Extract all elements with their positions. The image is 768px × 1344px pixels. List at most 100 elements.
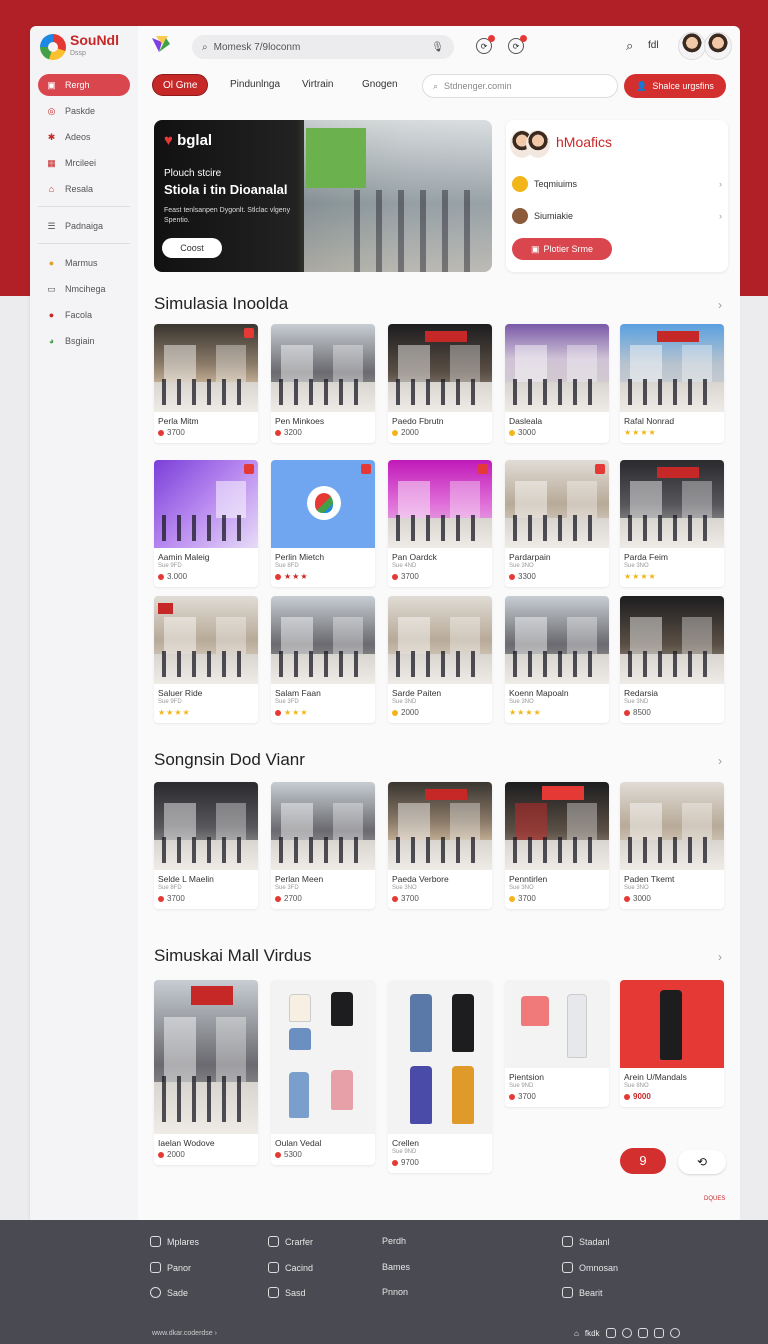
- product-card[interactable]: Rafal Nonrad ★★★★: [620, 324, 724, 443]
- promo-row[interactable]: Teqmiuims ›: [512, 174, 722, 194]
- product-card[interactable]: Pan Oardck Sue 4ND 3700: [388, 460, 492, 587]
- filter-chip[interactable]: Ol Gme: [152, 74, 209, 96]
- footer-link[interactable]: Omnosan: [562, 1262, 618, 1273]
- product-card[interactable]: Perla Mitm 3700: [154, 324, 258, 443]
- store-search[interactable]: ⌕ Stdnenger.comin: [422, 74, 618, 98]
- compass-icon: [150, 1287, 161, 1298]
- footer-link[interactable]: Bames: [382, 1262, 410, 1272]
- sidebar-item-grid[interactable]: ▦ Mrcileei: [38, 152, 130, 174]
- product-card[interactable]: Pen Minkoes 3200: [271, 324, 375, 443]
- logo-name: SouNdl: [70, 32, 119, 48]
- product-card[interactable]: Crellen Sue 9ND 9700: [388, 980, 492, 1173]
- sidebar-item-tags[interactable]: ◎ Paskde: [38, 100, 130, 122]
- product-image: [154, 980, 258, 1134]
- heart-icon: ♥: [164, 132, 173, 149]
- sidebar-item-home[interactable]: ▣ Rergh: [38, 74, 130, 96]
- product-card[interactable]: Arein U/Mandals Sue 8NO 9000: [620, 980, 724, 1107]
- footer-link[interactable]: Sasd: [268, 1287, 306, 1298]
- sidebar-item-label: Nmcihega: [65, 284, 106, 294]
- product-rating: ★★★: [271, 706, 375, 723]
- footer-link[interactable]: Stadanl: [562, 1236, 610, 1247]
- product-card[interactable]: Paeda Verbore Sue 3NO 3700: [388, 782, 492, 909]
- sidebar-item-store[interactable]: ⌂ Resala: [38, 178, 130, 200]
- notification-icon[interactable]: ⟳: [476, 35, 495, 54]
- app-switcher-icon[interactable]: [150, 34, 176, 58]
- avatar: [512, 208, 528, 224]
- chevron-right-icon[interactable]: ›: [718, 950, 722, 964]
- global-search[interactable]: ⌕ Momesk 7/9loconm 🎙: [192, 35, 454, 59]
- search-icon[interactable]: ⌕: [626, 38, 633, 54]
- product-title: Pan Oardck: [392, 552, 437, 562]
- product-card[interactable]: Koenn Mapoaln Sue 3NO ★★★★: [505, 596, 609, 723]
- product-title: Pardarpain: [509, 552, 551, 562]
- product-card[interactable]: Parda Feim Sue 3NO ★★★★: [620, 460, 724, 587]
- chevron-right-icon[interactable]: ›: [718, 754, 722, 768]
- product-card[interactable]: Paden Tkemt Sue 3NO 3000: [620, 782, 724, 909]
- product-price: 9000: [620, 1090, 724, 1107]
- product-card[interactable]: Saluer Ride Sue 9FD ★★★★: [154, 596, 258, 723]
- promo-button[interactable]: ▣ Plotier Srme: [512, 238, 612, 260]
- social-icon[interactable]: [637, 1328, 648, 1338]
- product-card[interactable]: Selde L Maelin Sue 8FD 3700: [154, 782, 258, 909]
- footer-link[interactable]: Sade: [150, 1287, 188, 1298]
- chevron-right-icon[interactable]: ›: [718, 298, 722, 312]
- sidebar-item-box[interactable]: ▭ Nmcihega: [38, 278, 130, 300]
- product-card[interactable]: Pientsion Sue 9ND 3700: [505, 980, 609, 1107]
- filter-chip[interactable]: Gnogen: [352, 74, 408, 96]
- product-subtitle: Sue 3NO: [624, 885, 649, 891]
- footer-link[interactable]: Mplares: [150, 1236, 199, 1247]
- social-icon[interactable]: [621, 1328, 632, 1338]
- product-title: Selde L Maelin: [158, 874, 214, 884]
- product-card[interactable]: Sarde Paiten Sue 3ND 2000: [388, 596, 492, 723]
- sidebar-item-red[interactable]: ● Facola: [38, 304, 130, 326]
- product-card[interactable]: Penntirlen Sue 3NO 3700: [505, 782, 609, 909]
- footer-url[interactable]: www.dkar.coderdse ›: [152, 1330, 217, 1337]
- app-logo[interactable]: SouNdl Dssp: [40, 32, 119, 60]
- footer-link[interactable]: Cacind: [268, 1262, 313, 1273]
- sidebar-item-list[interactable]: ☰ Padnaiga: [38, 215, 130, 237]
- product-card[interactable]: Dasleala 3000: [505, 324, 609, 443]
- filter-chip[interactable]: Virtrain: [292, 74, 344, 96]
- product-card[interactable]: Redarsia Sue 3ND 8500: [620, 596, 724, 723]
- footer-link[interactable]: Bearit: [562, 1287, 603, 1298]
- sidebar-item-addons[interactable]: ✱ Adeos: [38, 126, 130, 148]
- mic-icon[interactable]: 🎙: [431, 42, 444, 53]
- search-placeholder: Stdnenger.comin: [444, 81, 512, 91]
- social-icon[interactable]: [669, 1328, 680, 1338]
- refresh-icon[interactable]: ⟲: [678, 1150, 726, 1174]
- sidebar-item-leaf[interactable]: ◕ Bsgiain: [38, 330, 130, 352]
- home-icon[interactable]: ⌂: [574, 1329, 579, 1338]
- product-card[interactable]: Salam Faan Sue 3FD ★★★: [271, 596, 375, 723]
- product-card[interactable]: Oulan Vedal 5300: [271, 980, 375, 1165]
- product-card[interactable]: Perlin Mietch Sue 8FD ★★★: [271, 460, 375, 587]
- product-rating: ★★★★: [509, 708, 542, 717]
- social-icon[interactable]: [653, 1328, 664, 1338]
- messages-icon[interactable]: ⟳: [508, 35, 527, 54]
- sidebar-item-label: Facola: [65, 310, 93, 320]
- product-card[interactable]: Iaelan Wodove 2000: [154, 980, 258, 1165]
- footer-link[interactable]: Panor: [150, 1262, 191, 1273]
- primary-action-button[interactable]: 👤 Shalce urgsfins: [624, 74, 726, 98]
- product-title: Paden Tkemt: [624, 874, 675, 884]
- footer-link[interactable]: Pnnon: [382, 1287, 408, 1297]
- product-card[interactable]: Perlan Meen Sue 3FD 2700: [271, 782, 375, 909]
- product-price: 2700: [271, 892, 375, 909]
- social-icon[interactable]: [605, 1328, 616, 1338]
- avatar[interactable]: [704, 32, 732, 60]
- product-card[interactable]: Aamin Maleig Sue 9FD 3.000: [154, 460, 258, 587]
- page-button[interactable]: 9: [620, 1148, 666, 1174]
- sidebar-item-circle[interactable]: ● Marmus: [38, 252, 130, 274]
- promo-row[interactable]: Siumiakie ›: [512, 206, 722, 226]
- avatar[interactable]: [678, 32, 706, 60]
- footer-link[interactable]: Crarfer: [268, 1236, 313, 1247]
- product-rating: ★★★★: [624, 428, 657, 437]
- product-card[interactable]: Paedo Fbrutn 2000: [388, 324, 492, 443]
- hero-kicker: Plouch stcire: [164, 168, 222, 179]
- social-links: ⌂ fkdk: [574, 1328, 680, 1338]
- product-card[interactable]: Pardarpain Sue 3NO 3300: [505, 460, 609, 587]
- filter-chip[interactable]: Pindunlnga: [220, 74, 290, 96]
- hero-banner[interactable]: ♥ bglal Plouch stcire Stiola i tin Dioan…: [154, 120, 492, 272]
- hero-button[interactable]: Coost: [162, 238, 222, 258]
- product-title: Oulan Vedal: [275, 1138, 322, 1148]
- footer-link[interactable]: Perdh: [382, 1236, 406, 1246]
